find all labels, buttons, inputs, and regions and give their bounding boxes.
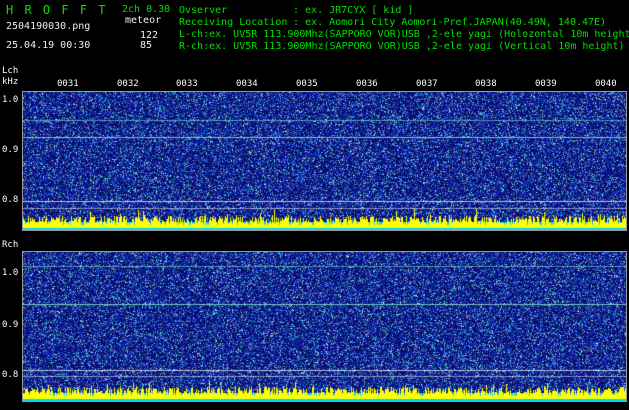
lch-ytick-1-0: 1.0: [2, 95, 19, 105]
time-tick: 0035: [296, 79, 318, 89]
observer-value: : ex. JR7CYX [ kid ]: [293, 5, 414, 16]
file-name: 2504190030.png: [6, 21, 91, 32]
rch-count: 85: [140, 40, 153, 51]
channel-mode: 2ch 0.30: [122, 4, 171, 15]
time-tick: 0033: [176, 79, 198, 89]
lch-spectrogram: [22, 91, 627, 231]
rch-spectrogram: [22, 251, 627, 402]
time-tick: 0036: [356, 79, 378, 89]
rch-ytick-0-9: 0.9: [2, 320, 19, 330]
time-tick: 0038: [475, 79, 497, 89]
lch-ytick-0-9: 0.9: [2, 145, 19, 155]
rch-ytick-0-8: 0.8: [2, 370, 19, 380]
time-tick: 0039: [535, 79, 557, 89]
detection-mode: meteor: [125, 15, 162, 26]
time-tick: 0031: [57, 79, 79, 89]
rch-ytick-1-0: 1.0: [2, 268, 19, 278]
rch-receiver-info: R-ch:ex. UV5R 113.900Mhz(SAPPORO VOR)USB…: [179, 41, 625, 52]
khz-unit-label: kHz: [2, 77, 19, 87]
timestamp: 25.04.19 00:30: [6, 40, 91, 51]
lch-receiver-info: L-ch:ex. UV5R 113.900Mhz(SAPPORO VOR)USB…: [179, 29, 629, 40]
lch-ytick-0-8: 0.8: [2, 195, 19, 205]
location-label: Receiving Location: [179, 17, 288, 28]
time-tick: 0034: [236, 79, 258, 89]
time-tick: 0037: [416, 79, 438, 89]
time-tick: 0032: [117, 79, 139, 89]
lch-label: Lch: [2, 66, 19, 76]
app-brand: H R O F F T: [6, 3, 108, 17]
location-value: : ex. Aomori City Aomori-Pref.JAPAN(40.4…: [293, 17, 607, 28]
time-tick: 0040: [595, 79, 617, 89]
rch-label: Rch: [2, 240, 19, 250]
observer-label: Ovserver: [179, 5, 228, 16]
